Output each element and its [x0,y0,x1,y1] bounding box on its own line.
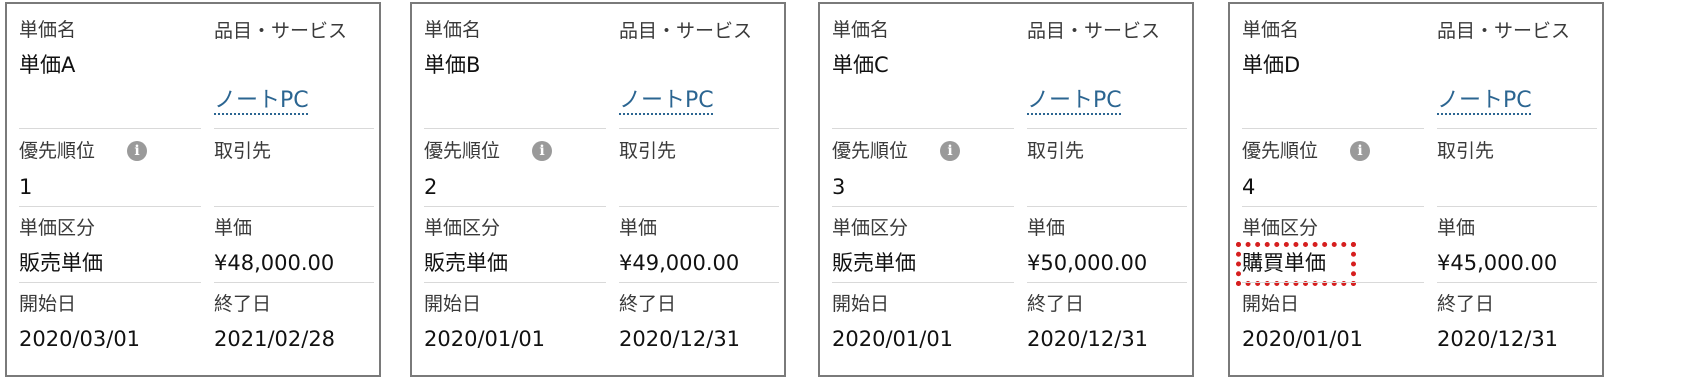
start-label: 開始日 [424,293,482,315]
end-label: 終了日 [1027,293,1085,315]
start-value: 2020/01/01 [1242,327,1364,351]
priority-label: 優先順位 [832,140,909,162]
start-label: 開始日 [832,293,890,315]
divider [1242,206,1424,207]
price-label: 単価 [1437,217,1476,239]
start-label: 開始日 [1242,293,1300,315]
divider [619,128,779,129]
divider [19,128,201,129]
divider [832,206,1014,207]
divider [1437,282,1597,283]
price-value: ¥45,000.00 [1437,251,1558,275]
type-label: 単価区分 [1242,217,1319,239]
product-label: 品目・サービス [214,20,348,42]
product-link[interactable]: ノートPC [214,86,396,116]
priority-value: 1 [19,175,33,199]
product-link[interactable]: ノートPC [1437,86,1619,116]
info-icon[interactable]: i [532,141,552,161]
divider [214,282,374,283]
account-label: 取引先 [214,140,272,162]
info-icon[interactable]: i [1350,141,1370,161]
priority-value: 3 [832,175,846,199]
price-label: 単価 [214,217,253,239]
priority-value: 4 [1242,175,1256,199]
divider [1242,282,1424,283]
product-label: 品目・サービス [619,20,753,42]
price-label: 単価 [619,217,658,239]
product-label: 品目・サービス [1437,20,1571,42]
divider [619,282,779,283]
start-value: 2020/01/01 [424,327,546,351]
end-value: 2020/12/31 [619,327,741,351]
info-icon[interactable]: i [127,141,147,161]
name-value: 単価D [1242,53,1301,77]
account-label: 取引先 [1027,140,1085,162]
price-value: ¥48,000.00 [214,251,335,275]
name-value: 単価B [424,53,481,77]
divider [1437,128,1597,129]
end-label: 終了日 [214,293,272,315]
start-value: 2020/01/01 [832,327,954,351]
name-value: 単価C [832,53,889,77]
price-label: 単価 [1027,217,1066,239]
product-label: 品目・サービス [1027,20,1161,42]
type-value: 販売単価 [424,251,508,275]
start-value: 2020/03/01 [19,327,141,351]
name-label: 単価名 [19,19,77,41]
price-value: ¥50,000.00 [1027,251,1148,275]
priority-label: 優先順位 [1242,140,1319,162]
divider [424,128,606,129]
type-label: 単価区分 [424,217,501,239]
type-value: 販売単価 [19,251,103,275]
name-label: 単価名 [1242,19,1300,41]
divider [1027,128,1187,129]
account-label: 取引先 [1437,140,1495,162]
type-value: 購買単価 [1242,251,1326,275]
type-label: 単価区分 [832,217,909,239]
divider [19,206,201,207]
divider [832,128,1014,129]
end-value: 2020/12/31 [1027,327,1149,351]
type-label: 単価区分 [19,217,96,239]
end-label: 終了日 [1437,293,1495,315]
divider [1437,206,1597,207]
info-icon[interactable]: i [940,141,960,161]
price-value: ¥49,000.00 [619,251,740,275]
divider [832,282,1014,283]
name-label: 単価名 [424,19,482,41]
divider [19,282,201,283]
product-link[interactable]: ノートPC [619,86,801,116]
priority-label: 優先順位 [19,140,96,162]
price-card-d: 単価名 単価D 品目・サービス ノートPC 優先順位 i 4 取引先 単価区分 … [1228,2,1604,377]
end-label: 終了日 [619,293,677,315]
end-value: 2021/02/28 [214,327,336,351]
divider [424,206,606,207]
type-value: 販売単価 [832,251,916,275]
name-value: 単価A [19,53,76,77]
divider [214,128,374,129]
price-card-a: 単価名 単価A 品目・サービス ノートPC 優先順位 i 1 取引先 単価区分 … [5,2,381,377]
priority-label: 優先順位 [424,140,501,162]
start-label: 開始日 [19,293,77,315]
name-label: 単価名 [832,19,890,41]
divider [1027,206,1187,207]
end-value: 2020/12/31 [1437,327,1559,351]
price-card-c: 単価名 単価C 品目・サービス ノートPC 優先順位 i 3 取引先 単価区分 … [818,2,1194,377]
divider [1242,128,1424,129]
divider [214,206,374,207]
price-card-b: 単価名 単価B 品目・サービス ノートPC 優先順位 i 2 取引先 単価区分 … [410,2,786,377]
divider [424,282,606,283]
priority-value: 2 [424,175,438,199]
product-link[interactable]: ノートPC [1027,86,1209,116]
divider [619,206,779,207]
divider [1027,282,1187,283]
account-label: 取引先 [619,140,677,162]
